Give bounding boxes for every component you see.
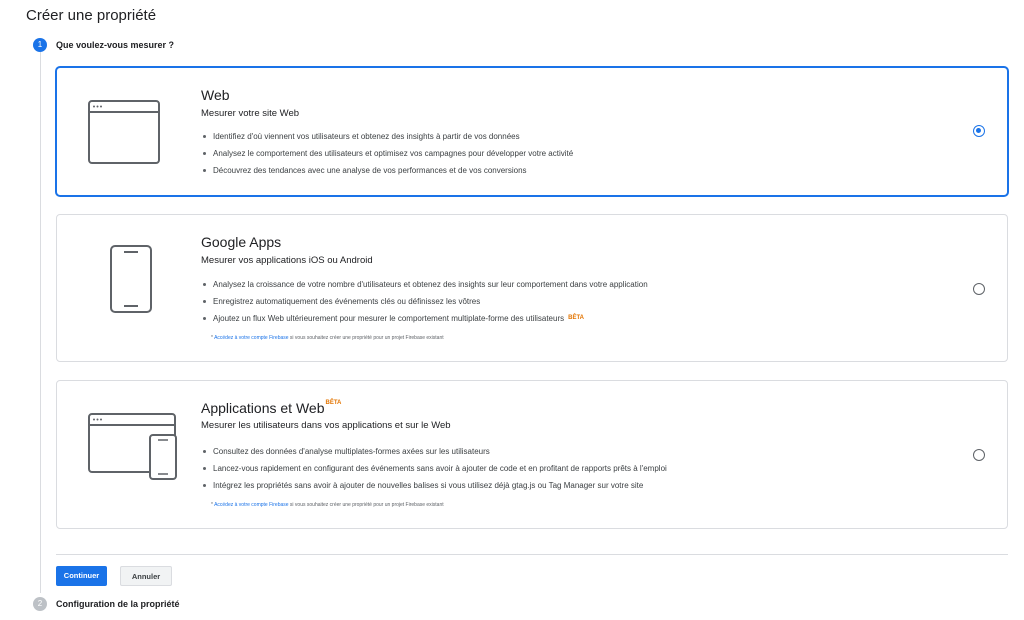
option-subtitle-web: Mesurer votre site Web [201, 108, 300, 119]
browser-window-icon [88, 100, 160, 164]
option-bullets-google-apps: Analysez la croissance de votre nombre d… [201, 276, 648, 327]
page-title: Créer une propriété [26, 7, 157, 24]
radio-web[interactable] [973, 125, 985, 137]
continue-button[interactable]: Continuer [56, 566, 107, 586]
step-1-title[interactable]: Que voulez-vous mesurer ? [56, 40, 174, 50]
cancel-button[interactable]: Annuler [120, 566, 172, 586]
list-item: Enregistrez automatiquement des événemen… [201, 293, 648, 310]
option-title-google-apps: Google Apps [201, 234, 282, 250]
step-2-number: 2 [33, 597, 47, 611]
divider [56, 554, 1008, 555]
step-1-number: 1 [33, 38, 47, 52]
list-item: Analysez la croissance de votre nombre d… [201, 276, 648, 293]
smartphone-icon [110, 245, 152, 313]
list-item: Consultez des données d'analyse multipla… [201, 443, 667, 460]
list-item: Intégrez les propriétés sans avoir à ajo… [201, 477, 667, 494]
stepper-line [40, 52, 41, 593]
option-bullets-web: Identifiez d'où viennent vos utilisateur… [201, 128, 573, 179]
firebase-note: * Accédez à votre compte Firebase si vou… [211, 335, 444, 341]
option-subtitle-apps-and-web: Mesurer les utilisateurs dans vos applic… [201, 420, 451, 431]
browser-and-phone-icon [88, 413, 177, 480]
firebase-link[interactable]: Accédez à votre compte Firebase [214, 335, 288, 341]
firebase-note: * Accédez à votre compte Firebase si vou… [211, 502, 444, 508]
radio-apps-and-web[interactable] [973, 449, 985, 461]
firebase-link[interactable]: Accédez à votre compte Firebase [214, 502, 288, 508]
option-card-apps-and-web[interactable]: Applications et WebBÊTA Mesurer les util… [56, 380, 1008, 529]
list-item: Analysez le comportement des utilisateur… [201, 145, 573, 162]
beta-badge: BÊTA [325, 400, 342, 406]
option-card-google-apps[interactable]: Google Apps Mesurer vos applications iOS… [56, 214, 1008, 362]
list-item-text: Ajoutez un flux Web ultérieurement pour … [213, 314, 565, 323]
option-subtitle-google-apps: Mesurer vos applications iOS ou Android [201, 255, 373, 266]
option-title-text: Applications et Web [201, 400, 325, 416]
beta-badge: BÊTA [568, 315, 585, 321]
list-item: Découvrez des tendances avec une analyse… [201, 162, 573, 179]
list-item: Identifiez d'où viennent vos utilisateur… [201, 128, 573, 145]
option-title-web: Web [201, 87, 230, 103]
option-card-web[interactable]: Web Mesurer votre site Web Identifiez d'… [56, 67, 1008, 196]
note-text: si vous souhaitez créer une propriété po… [288, 502, 444, 508]
note-text: si vous souhaitez créer une propriété po… [288, 335, 444, 341]
list-item: Lancez-vous rapidement en configurant de… [201, 460, 667, 477]
option-title-apps-and-web: Applications et WebBÊTA [201, 400, 341, 416]
radio-google-apps[interactable] [973, 283, 985, 295]
list-item: Ajoutez un flux Web ultérieurement pour … [201, 310, 648, 327]
option-bullets-apps-and-web: Consultez des données d'analyse multipla… [201, 443, 667, 494]
step-2-title[interactable]: Configuration de la propriété [56, 599, 180, 609]
